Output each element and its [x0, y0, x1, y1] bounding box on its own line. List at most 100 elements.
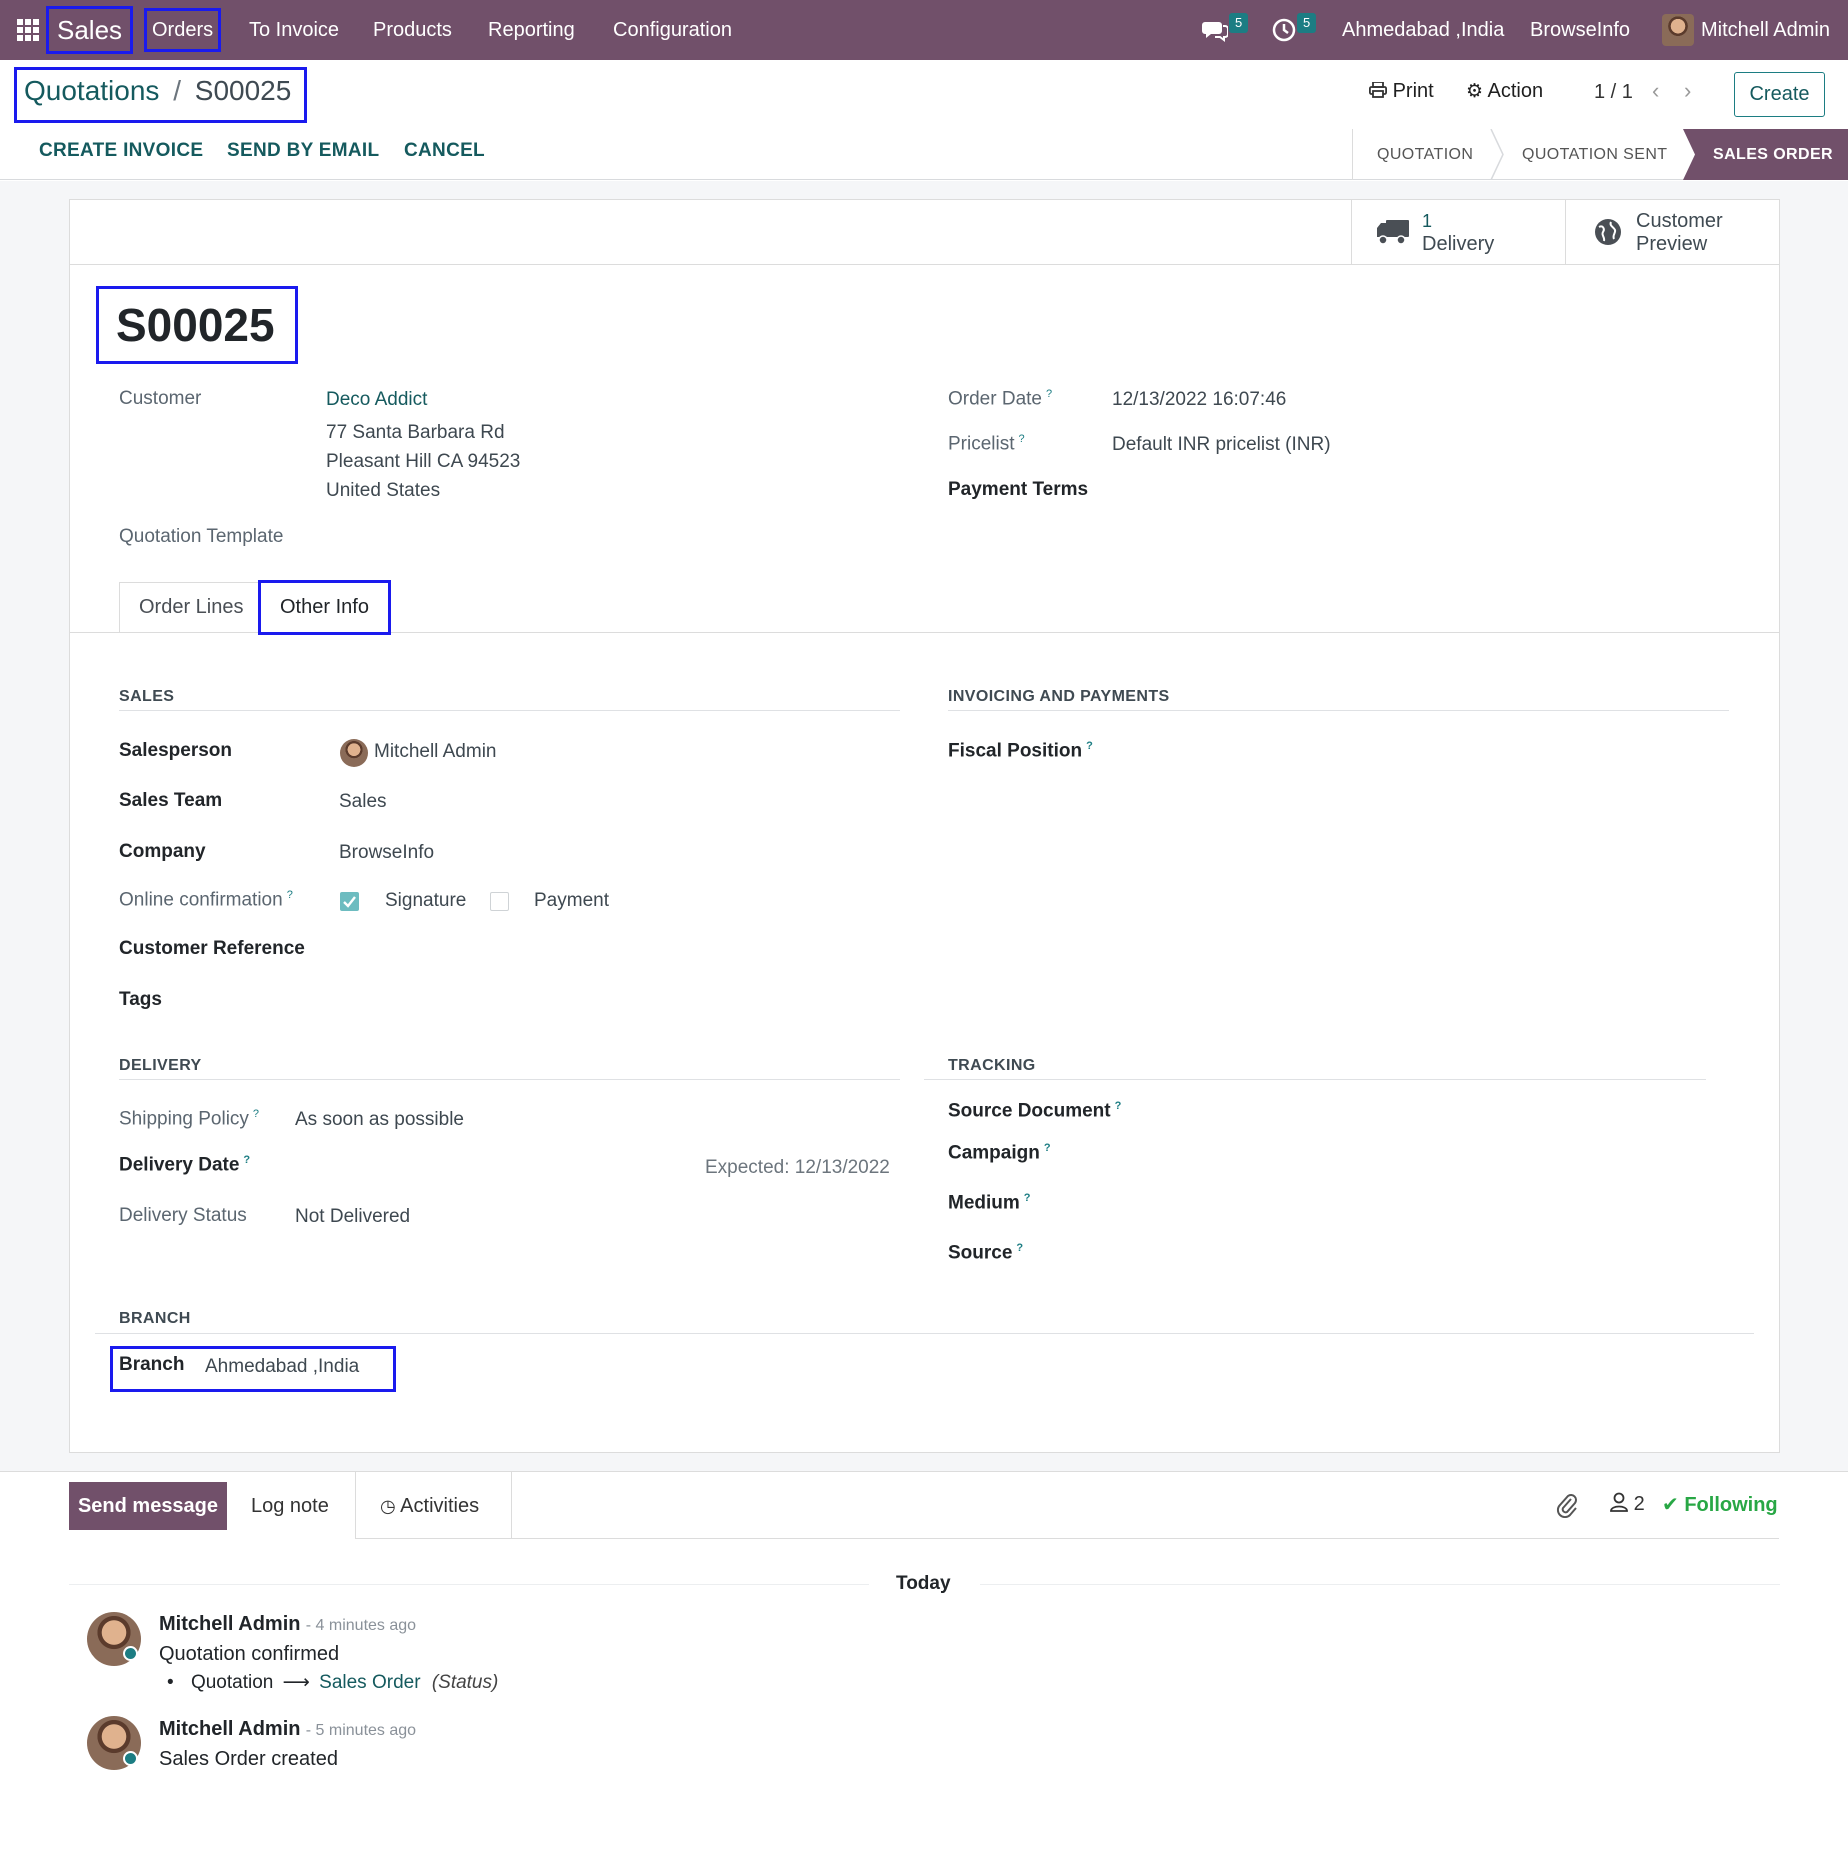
message-header: Mitchell Admin - 5 minutes ago — [159, 1718, 416, 1741]
preview-line2: Preview — [1636, 233, 1708, 255]
user-avatar[interactable] — [1662, 14, 1694, 46]
activities-icon[interactable] — [1272, 18, 1296, 42]
breadcrumb-parent[interactable]: Quotations — [24, 75, 159, 106]
pager-value[interactable]: 1 / 1 — [1594, 81, 1633, 104]
order-date-label: Order Date? — [948, 388, 1053, 410]
branch-value[interactable]: Ahmedabad ,India — [205, 1356, 359, 1378]
message-author[interactable]: Mitchell Admin — [159, 1613, 300, 1635]
company-value[interactable]: BrowseInfo — [339, 842, 434, 864]
pricelist-label: Pricelist? — [948, 433, 1025, 455]
log-note-button[interactable]: Log note — [251, 1482, 329, 1530]
shipping-policy-value[interactable]: As soon as possible — [295, 1109, 464, 1131]
activities-button[interactable]: ◷ Activities — [380, 1482, 479, 1530]
following-label: Following — [1684, 1494, 1778, 1516]
today-separator-left — [69, 1584, 869, 1585]
truck-icon — [1376, 218, 1410, 246]
arrow-right-icon: ⟶ — [282, 1672, 310, 1693]
send-by-email-button[interactable]: SEND BY EMAIL — [227, 140, 379, 162]
user-menu[interactable]: Mitchell Admin — [1701, 0, 1830, 60]
action-button[interactable]: ⚙ Action — [1466, 80, 1543, 103]
tags-label: Tags — [119, 989, 162, 1010]
breadcrumb-separator: / — [173, 75, 181, 106]
user-icon — [1610, 1492, 1634, 1515]
followers-button[interactable]: 2 — [1610, 1492, 1645, 1516]
order-date-value[interactable]: 12/13/2022 16:07:46 — [1112, 389, 1286, 411]
payment-checkbox[interactable] — [490, 892, 509, 911]
pricelist-value[interactable]: Default INR pricelist (INR) — [1112, 434, 1331, 456]
preview-line1: Customer — [1636, 210, 1723, 232]
pager-next-icon[interactable]: › — [1684, 78, 1691, 104]
message-time: - 4 minutes ago — [305, 1617, 417, 1634]
app-name[interactable]: Sales — [45, 6, 134, 54]
company-switcher[interactable]: BrowseInfo — [1530, 0, 1630, 60]
delivery-expected: Expected: 12/13/2022 — [705, 1157, 890, 1178]
stage-sales-order[interactable]: SALES ORDER — [1713, 129, 1833, 180]
sales-team-value[interactable]: Sales — [339, 791, 387, 813]
fiscal-position-label: Fiscal Position? — [948, 740, 1093, 762]
cancel-button[interactable]: CANCEL — [404, 140, 485, 162]
tracking-section-title: TRACKING — [948, 1057, 1036, 1074]
menu-products[interactable]: Products — [373, 0, 452, 60]
messages-icon[interactable] — [1202, 17, 1229, 43]
pager-prev-icon[interactable]: ‹ — [1652, 78, 1659, 104]
form-sheet — [69, 199, 1780, 1453]
stage-quotation[interactable]: QUOTATION — [1377, 129, 1473, 180]
sales-section-rule — [119, 710, 900, 711]
today-label: Today — [896, 1573, 951, 1594]
delivery-date-label: Delivery Date? — [119, 1154, 251, 1176]
breadcrumb-current: S00025 — [194, 75, 292, 106]
message-author[interactable]: Mitchell Admin — [159, 1718, 300, 1740]
tab-order-lines[interactable]: Order Lines — [119, 582, 264, 632]
customer-link[interactable]: Deco Addict — [326, 389, 427, 411]
signature-checkbox[interactable] — [340, 892, 359, 911]
menu-orders[interactable]: Orders — [143, 8, 222, 52]
medium-label: Medium? — [948, 1192, 1031, 1214]
message-body: Sales Order created — [159, 1748, 338, 1770]
message-time: - 5 minutes ago — [305, 1722, 417, 1739]
chatter-tabs-rule — [355, 1538, 1779, 1539]
print-icon — [1368, 81, 1388, 98]
online-status-icon — [123, 1646, 138, 1661]
menu-to-invoice[interactable]: To Invoice — [249, 0, 339, 60]
today-separator-right — [980, 1584, 1780, 1585]
create-button[interactable]: Create — [1734, 72, 1825, 117]
menu-configuration[interactable]: Configuration — [613, 0, 732, 60]
tab-other-info[interactable]: Other Info — [258, 580, 391, 635]
following-button[interactable]: ✔ Following — [1662, 1492, 1778, 1517]
change-from: Quotation — [190, 1672, 274, 1693]
attachment-icon[interactable] — [1556, 1492, 1578, 1519]
quotation-template-label: Quotation Template — [119, 526, 284, 547]
print-button[interactable]: Print — [1368, 80, 1434, 103]
online-confirmation-label: Online confirmation? — [119, 889, 293, 911]
create-invoice-button[interactable]: CREATE INVOICE — [39, 140, 203, 162]
order-name: S00025 — [96, 286, 298, 364]
payment-terms-label: Payment Terms — [948, 479, 1089, 500]
campaign-label: Campaign? — [948, 1142, 1051, 1164]
company-label: Company — [119, 841, 206, 862]
delivery-smart-button[interactable]: 1 Delivery — [1351, 200, 1565, 265]
salesperson-value[interactable]: Mitchell Admin — [374, 741, 497, 763]
online-status-icon — [123, 1751, 138, 1766]
activities-label: Activities — [400, 1495, 480, 1517]
followers-count: 2 — [1633, 1493, 1645, 1515]
message-header: Mitchell Admin - 4 minutes ago — [159, 1613, 416, 1636]
signature-label: Signature — [385, 890, 467, 911]
delivery-count: 1 — [1422, 211, 1433, 231]
delivery-status-value: Not Delivered — [295, 1206, 411, 1227]
send-message-button[interactable]: Send message — [69, 1482, 227, 1530]
branch-switcher[interactable]: Ahmedabad ,India — [1342, 0, 1504, 60]
messages-badge: 5 — [1229, 13, 1249, 33]
branch-label: Branch — [119, 1354, 185, 1375]
customer-label: Customer — [119, 388, 202, 409]
delivery-section-rule — [119, 1079, 900, 1080]
address-line-2: Pleasant Hill CA 94523 — [326, 451, 521, 472]
customer-preview-button[interactable]: Customer Preview — [1565, 200, 1779, 265]
print-label: Print — [1392, 80, 1434, 102]
menu-reporting[interactable]: Reporting — [488, 0, 575, 60]
clock-icon: ◷ — [380, 1496, 396, 1516]
customer-reference-label: Customer Reference — [119, 938, 305, 959]
stage-quotation-sent[interactable]: QUOTATION SENT — [1522, 129, 1667, 180]
app-grid-icon[interactable] — [17, 19, 39, 41]
bullet: • — [167, 1672, 174, 1693]
gear-icon: ⚙ — [1466, 81, 1484, 102]
